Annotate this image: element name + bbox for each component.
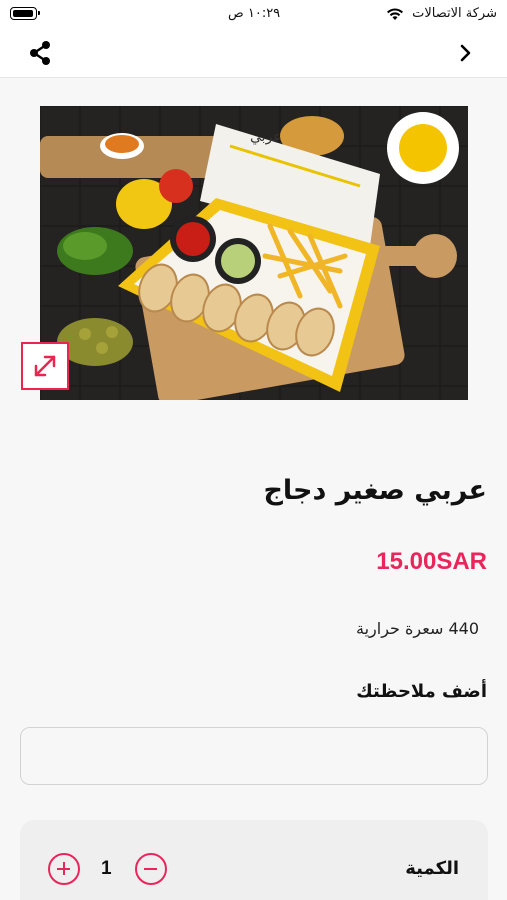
share-icon[interactable] xyxy=(27,40,53,66)
battery-icon xyxy=(10,7,40,20)
status-bar: ١٠:٢٩ ص شركة الاتصالات xyxy=(0,0,507,30)
increase-quantity-button[interactable] xyxy=(48,853,80,885)
carrier-name: شركة الاتصالات xyxy=(412,6,497,21)
wifi-icon xyxy=(387,8,403,20)
product-image[interactable]: عربي xyxy=(40,106,468,400)
product-title: عربي صغير دجاج xyxy=(263,475,487,506)
status-time: ١٠:٢٩ ص xyxy=(228,6,281,21)
note-label: أضف ملاحظتك xyxy=(356,681,487,702)
expand-image-button[interactable] xyxy=(21,342,69,390)
product-photo: عربي xyxy=(40,106,468,400)
quantity-label: الكمية xyxy=(405,858,459,879)
box-lid-text: عربي xyxy=(250,129,282,145)
minus-icon xyxy=(144,867,157,870)
nav-bar xyxy=(0,30,507,78)
note-input[interactable] xyxy=(20,727,488,785)
expand-icon xyxy=(34,355,56,377)
product-price: 15.00SAR xyxy=(376,548,487,575)
decrease-quantity-button[interactable] xyxy=(135,853,167,885)
quantity-value: 1 xyxy=(101,858,112,879)
chevron-right-icon[interactable] xyxy=(458,44,474,62)
product-calories: 440 سعرة حرارية xyxy=(356,619,479,638)
